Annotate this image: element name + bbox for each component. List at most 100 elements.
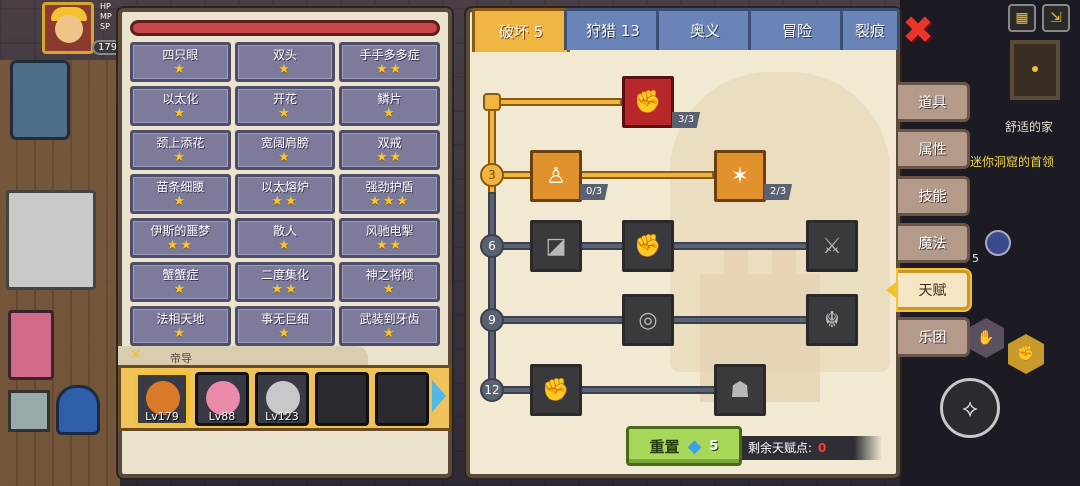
- panel-title-bar: [130, 20, 440, 36]
- trait-name: 法相天地: [156, 311, 205, 326]
- talent-sword-icon[interactable]: ⚔: [806, 220, 858, 272]
- trait-cell[interactable]: 鳞片 ★: [339, 86, 440, 126]
- empty-hero-slot[interactable]: [375, 372, 429, 426]
- hero-slot[interactable]: Lv88: [195, 372, 249, 426]
- hero-slot[interactable]: Lv123: [255, 372, 309, 426]
- trait-name: 神之将倾: [365, 267, 414, 282]
- talent-gauntlet-icon[interactable]: ☗: [714, 364, 766, 416]
- trait-stars: ★: [382, 105, 397, 121]
- talent-body-icon[interactable]: ♙: [530, 150, 582, 202]
- top-right-toolbar: ▦ ⇲: [1008, 4, 1070, 32]
- talent-arm-wrestle-icon[interactable]: ✊: [622, 76, 674, 128]
- trait-cell[interactable]: 武装到牙齿 ★: [339, 306, 440, 346]
- orb-item-count: 5: [972, 252, 979, 265]
- trait-cell[interactable]: 二度集化 ★★: [234, 262, 336, 302]
- stove-furniture: [8, 390, 50, 432]
- player-avatar[interactable]: [42, 2, 94, 54]
- trait-cell[interactable]: 手手多多症 ★★: [339, 42, 440, 82]
- trait-name: 强劲护盾: [365, 179, 414, 194]
- trait-stars: ★★★: [369, 193, 411, 209]
- reset-talents-button[interactable]: 重置 ◆ 5: [626, 426, 742, 466]
- trait-stars: ★: [382, 281, 397, 297]
- trait-cell[interactable]: 开花 ★: [234, 86, 336, 126]
- side-tab-4[interactable]: 天赋: [898, 270, 970, 310]
- trait-name: 四只眼: [162, 47, 199, 62]
- trait-name: 手手多多症: [359, 47, 420, 62]
- trait-cell[interactable]: 法相天地 ★: [130, 306, 231, 346]
- minimap-room: [1010, 40, 1060, 100]
- tier-marker-1: [483, 93, 501, 111]
- side-tab-5[interactable]: 乐团: [898, 317, 970, 357]
- orb-item-icon[interactable]: [985, 230, 1011, 256]
- tab-1[interactable]: 狩猎 13: [564, 8, 662, 50]
- attack-action-button[interactable]: ⟡: [940, 378, 1000, 438]
- talent-fist-icon[interactable]: ✊: [530, 364, 582, 416]
- tab-4[interactable]: 裂痕: [840, 8, 900, 50]
- trait-cell[interactable]: 双头 ★: [234, 42, 336, 82]
- trait-cell[interactable]: 事无巨细 ★: [234, 306, 336, 346]
- trait-cell[interactable]: 神之将倾 ★: [339, 262, 440, 302]
- fridge-furniture: [6, 190, 96, 290]
- trait-cell[interactable]: 蟹蟹症 ★: [130, 262, 231, 302]
- side-tab-2[interactable]: 技能: [898, 176, 970, 216]
- side-tab-0[interactable]: 道具: [898, 82, 970, 122]
- roster-next-arrow-icon[interactable]: [432, 380, 446, 412]
- close-icon[interactable]: ✖: [900, 11, 936, 49]
- network-icon[interactable]: ▦: [1008, 4, 1036, 32]
- side-tab-3[interactable]: 魔法: [898, 223, 970, 263]
- trait-stars: ★: [173, 61, 188, 77]
- remaining-value: 0: [818, 441, 827, 455]
- trait-name: 苗条细腰: [156, 179, 205, 194]
- talent-demon-icon[interactable]: ☬: [806, 294, 858, 346]
- trait-cell[interactable]: 伊斯的噩梦 ★★: [130, 218, 231, 258]
- remaining-label: 剩余天赋点:: [748, 441, 813, 455]
- team-roster: Lv179 Lv88 Lv123: [118, 365, 452, 431]
- tier-marker-12: 12: [480, 378, 504, 402]
- trait-cell[interactable]: 苗条细腰 ★: [130, 174, 231, 214]
- trait-stars: ★: [173, 325, 188, 341]
- trait-cell[interactable]: 宽阔肩膀 ★: [234, 130, 336, 170]
- branch-tier-1: [492, 98, 622, 106]
- trait-cell[interactable]: 风驰电掣 ★★: [339, 218, 440, 258]
- talent-ripple-icon[interactable]: ◎: [622, 294, 674, 346]
- hero-level: Lv179: [145, 410, 179, 423]
- tab-3[interactable]: 冒险: [748, 8, 846, 50]
- minimap[interactable]: [1000, 30, 1080, 110]
- trait-cell[interactable]: 双戒 ★★: [339, 130, 440, 170]
- trait-stars: ★★: [271, 193, 299, 209]
- trait-stars: ★: [173, 281, 188, 297]
- talent-claw-icon[interactable]: ✶: [714, 150, 766, 202]
- trait-stars: ★: [278, 237, 292, 253]
- quest-tracker[interactable]: 迷你洞窟的首领: [970, 153, 1054, 170]
- armchair-furniture: [10, 60, 70, 140]
- exit-icon[interactable]: ⇲: [1042, 4, 1070, 32]
- trait-stars: ★★: [271, 281, 299, 297]
- talent-punch-icon[interactable]: ✊: [622, 220, 674, 272]
- tab-2[interactable]: 奥义: [656, 8, 754, 50]
- empty-hero-slot[interactable]: [315, 372, 369, 426]
- talent-arm-wrestle-count: 3/3: [672, 112, 701, 128]
- trait-cell[interactable]: 以太熔炉 ★★: [234, 174, 336, 214]
- trait-stars: ★★: [376, 61, 404, 77]
- trait-cell[interactable]: 颈上添花 ★: [130, 130, 231, 170]
- tab-0[interactable]: 破坏 5: [472, 8, 570, 52]
- trait-name: 以太化: [162, 91, 199, 106]
- trait-name: 风驰电掣: [365, 223, 414, 238]
- hero-slot[interactable]: Lv179: [135, 372, 189, 426]
- trait-name: 事无巨细: [260, 311, 309, 326]
- bed-furniture: [8, 310, 54, 380]
- branch-tier-3: [492, 171, 714, 179]
- active-side-tab-pointer-icon: [886, 282, 896, 298]
- hero-level: Lv123: [265, 410, 299, 423]
- trait-name: 散人: [272, 223, 297, 238]
- trait-cell[interactable]: 散人 ★: [234, 218, 336, 258]
- trait-stars: ★: [173, 193, 188, 209]
- trait-name: 宽阔肩膀: [260, 135, 309, 150]
- team-header: ✕ 帝导: [118, 346, 368, 366]
- side-tab-1[interactable]: 属性: [898, 129, 970, 169]
- trait-cell[interactable]: 以太化 ★: [130, 86, 231, 126]
- trait-cell[interactable]: 四只眼 ★: [130, 42, 231, 82]
- trait-cell[interactable]: 强劲护盾 ★★★: [339, 174, 440, 214]
- talent-shield-icon[interactable]: ◪: [530, 220, 582, 272]
- trait-stars: ★★: [376, 149, 404, 165]
